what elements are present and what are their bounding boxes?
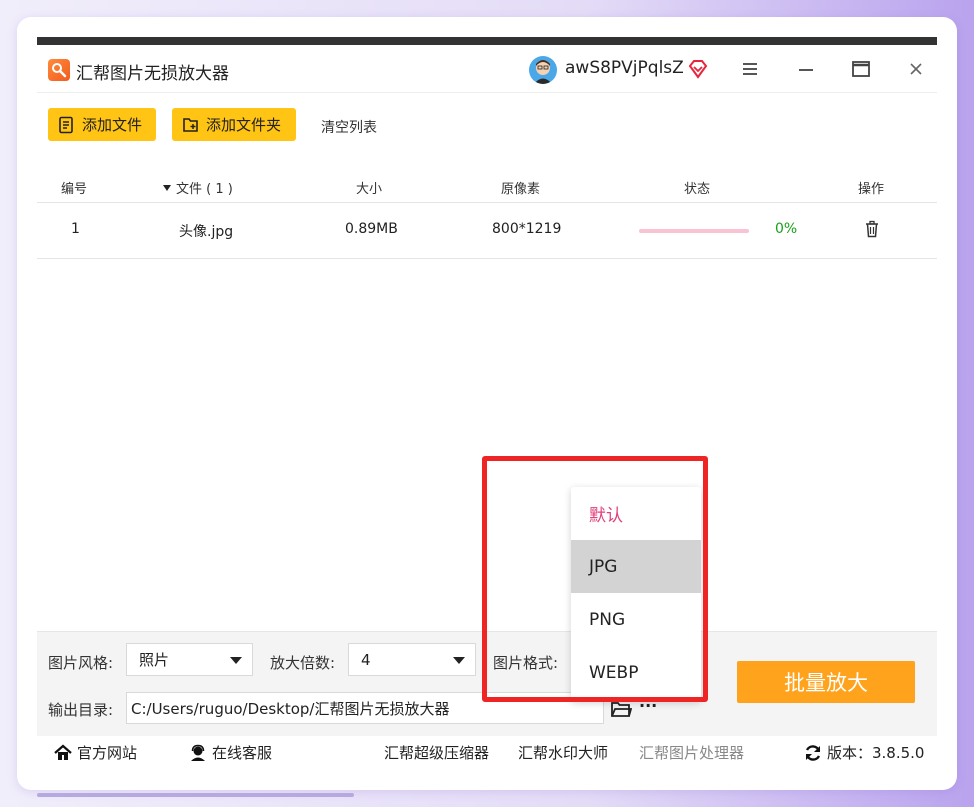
user-avatar[interactable] xyxy=(529,56,557,84)
folder-icon[interactable] xyxy=(610,699,633,723)
row-index: 1 xyxy=(71,221,80,237)
app-title: 汇帮图片无损放大器 xyxy=(76,64,229,84)
delete-icon[interactable] xyxy=(864,220,880,242)
settings-panel: 图片风格: 照片 放大倍数: 4 图片格式: 输出目录: C:/Users/ru… xyxy=(37,631,937,736)
header-status: 状态 xyxy=(684,182,711,197)
add-file-button[interactable]: 添加文件 xyxy=(48,108,156,141)
format-dropdown-menu: 默认 JPG PNG WEBP xyxy=(571,487,701,701)
add-folder-label: 添加文件夹 xyxy=(206,116,282,134)
output-label: 输出目录: xyxy=(48,701,114,719)
footer-bar: 官方网站 在线客服 汇帮超级压缩器 汇帮水印大师 汇帮图片处理器 版本：3.8.… xyxy=(37,736,937,773)
row-progress-bar xyxy=(639,229,749,233)
official-site-link[interactable]: 官方网站 xyxy=(53,742,137,763)
compressor-link[interactable]: 汇帮超级压缩器 xyxy=(384,742,489,763)
vip-diamond-icon[interactable] xyxy=(687,58,709,84)
watermark-link[interactable]: 汇帮水印大师 xyxy=(518,742,608,763)
online-service-link[interactable]: 在线客服 xyxy=(188,742,272,763)
file-list-icon xyxy=(59,116,73,133)
format-option-default[interactable]: 默认 xyxy=(571,487,701,540)
version-check[interactable]: 版本：3.8.5.0 xyxy=(803,742,924,763)
format-label: 图片格式: xyxy=(493,654,559,672)
header-pixels: 原像素 xyxy=(501,182,541,197)
minimize-icon[interactable] xyxy=(794,57,818,81)
refresh-icon xyxy=(805,744,821,761)
window-top-strip xyxy=(37,37,937,45)
support-agent-icon xyxy=(191,744,205,761)
close-icon[interactable] xyxy=(904,57,928,81)
app-window: 汇帮图片无损放大器 awS8PVjPqlsZ 添加文件 添加文件夹 清空列表 编… xyxy=(37,37,937,773)
header-size: 大小 xyxy=(356,182,383,197)
chevron-down-icon xyxy=(453,657,465,664)
output-path-input[interactable]: C:/Users/ruguo/Desktop/汇帮图片无损放大器 xyxy=(126,692,604,724)
header-index: 编号 xyxy=(61,182,88,197)
version-label: 版本：3.8.5.0 xyxy=(827,744,925,762)
add-folder-button[interactable]: 添加文件夹 xyxy=(172,108,296,141)
home-icon xyxy=(54,744,72,760)
batch-enlarge-button[interactable]: 批量放大 xyxy=(737,661,915,703)
official-site-label: 官方网站 xyxy=(77,744,138,762)
username[interactable]: awS8PVjPqlsZ xyxy=(565,58,684,78)
row-size: 0.89MB xyxy=(345,221,398,237)
folder-add-icon xyxy=(183,117,198,132)
chevron-down-icon xyxy=(230,657,242,664)
menu-icon[interactable] xyxy=(738,57,762,81)
add-file-label: 添加文件 xyxy=(82,116,143,134)
style-label: 图片风格: xyxy=(48,654,114,672)
clear-list-button[interactable]: 清空列表 xyxy=(321,117,377,137)
header-file-sort[interactable]: 文件 ( 1 ) xyxy=(162,178,233,197)
style-select[interactable]: 照片 xyxy=(126,643,253,676)
title-bar: 汇帮图片无损放大器 awS8PVjPqlsZ xyxy=(37,45,937,93)
processor-link[interactable]: 汇帮图片处理器 xyxy=(639,742,744,763)
format-option-webp[interactable]: WEBP xyxy=(571,646,701,699)
scroll-indicator xyxy=(37,793,354,797)
header-file: 文件 ( 1 ) xyxy=(176,182,233,197)
row-pixels: 800*1219 xyxy=(492,221,562,237)
scale-label: 放大倍数: xyxy=(270,654,336,672)
header-action: 操作 xyxy=(858,182,885,197)
row-file: 头像.jpg xyxy=(179,224,234,240)
table-header: 编号 文件 ( 1 ) 大小 原像素 状态 操作 xyxy=(37,169,937,203)
style-value: 照片 xyxy=(139,651,170,669)
online-service-label: 在线客服 xyxy=(212,744,273,762)
table-row: 1 头像.jpg 0.89MB 800*1219 0% xyxy=(37,203,937,259)
scale-select[interactable]: 4 xyxy=(348,643,476,676)
row-percent: 0% xyxy=(775,221,798,237)
scale-value: 4 xyxy=(361,650,371,669)
maximize-icon[interactable] xyxy=(849,57,873,81)
app-logo-icon xyxy=(48,59,70,81)
format-option-jpg[interactable]: JPG xyxy=(571,540,701,593)
sort-down-icon xyxy=(163,184,171,191)
output-path-value: C:/Users/ruguo/Desktop/汇帮图片无损放大器 xyxy=(131,699,450,718)
format-option-png[interactable]: PNG xyxy=(571,593,701,646)
